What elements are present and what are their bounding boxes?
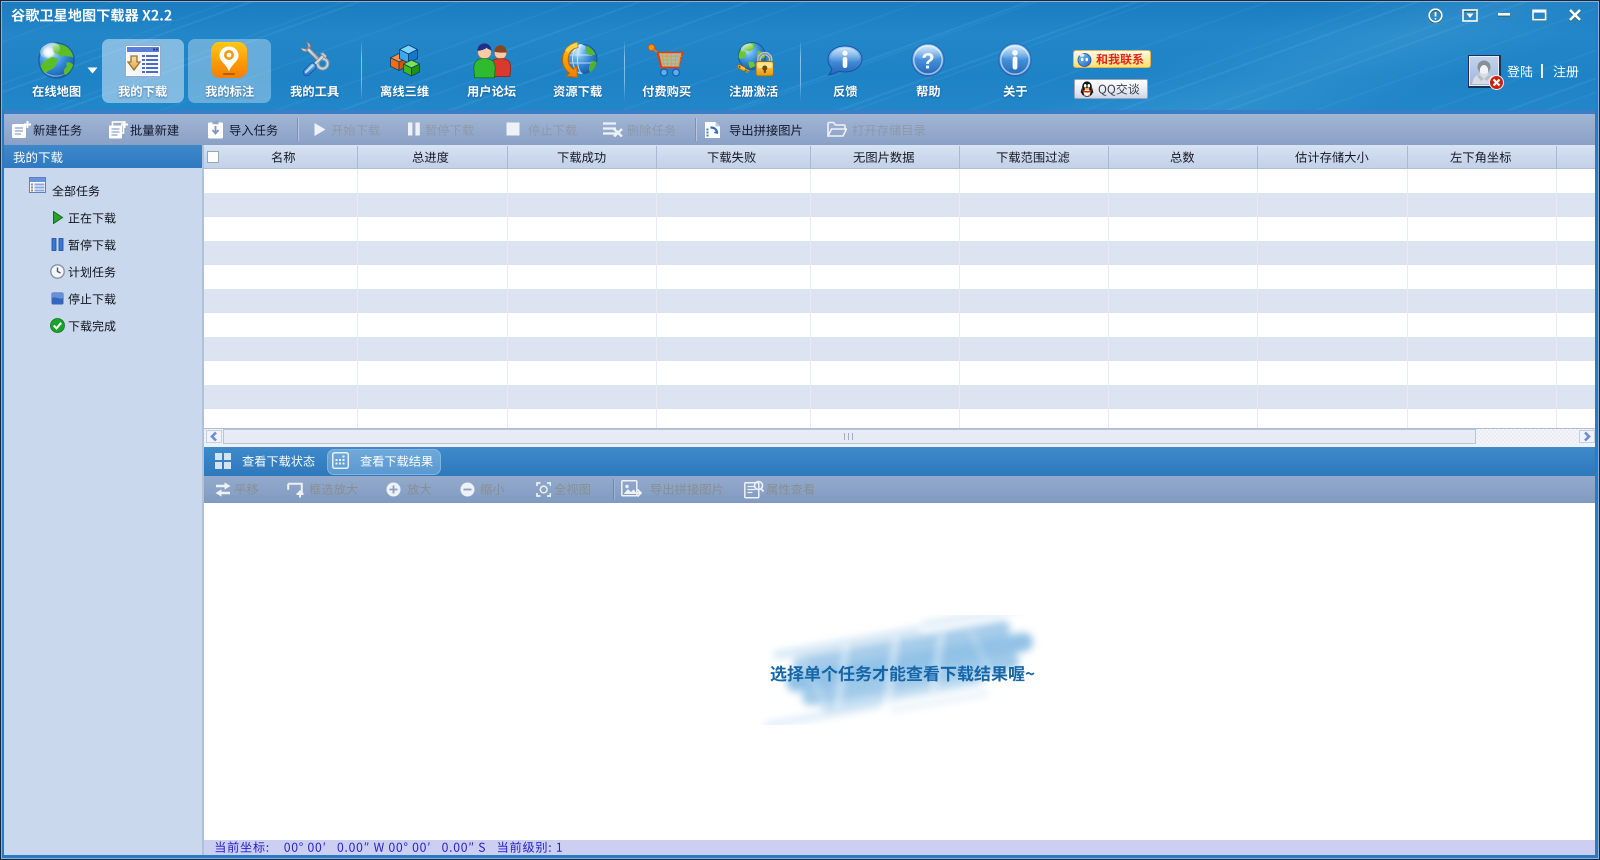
svg-text:?: ? <box>921 49 934 74</box>
